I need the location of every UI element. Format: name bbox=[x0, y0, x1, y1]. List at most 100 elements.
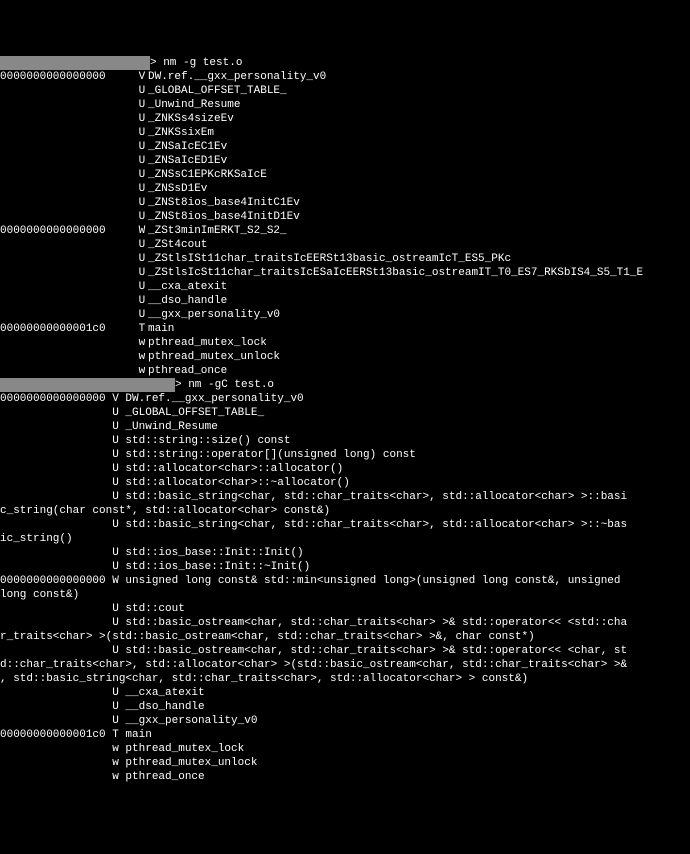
symbol-address bbox=[0, 266, 132, 280]
symbol-name: _ZNSsD1Ev bbox=[148, 182, 207, 196]
symbol-name: __cxa_atexit bbox=[148, 280, 227, 294]
symbol-address bbox=[0, 98, 132, 112]
symbol-name: _ZNSaIcED1Ev bbox=[148, 154, 227, 168]
nm-demangled-row: r_traits<char> >(std::basic_ostream<char… bbox=[0, 630, 690, 644]
symbol-name: pthread_mutex_lock bbox=[148, 336, 267, 350]
symbol-type: V bbox=[132, 70, 148, 84]
nm-demangled-row: U std::ios_base::Init::~Init() bbox=[0, 560, 690, 574]
symbol-address bbox=[0, 364, 132, 378]
nm-output-row: U _Unwind_Resume bbox=[0, 98, 690, 112]
symbol-name: pthread_once bbox=[148, 364, 227, 378]
symbol-address bbox=[0, 308, 132, 322]
nm-demangled-row: U std::allocator<char>::allocator() bbox=[0, 462, 690, 476]
nm-demangled-row: U std::cout bbox=[0, 602, 690, 616]
prompt-redacted bbox=[0, 378, 175, 392]
symbol-name: _ZNSt8ios_base4InitC1Ev bbox=[148, 196, 300, 210]
symbol-address bbox=[0, 336, 132, 350]
symbol-address bbox=[0, 252, 132, 266]
symbol-address: 0000000000000000 bbox=[0, 70, 132, 84]
nm-output-row: U _ZNSsC1EPKcRKSaIcE bbox=[0, 168, 690, 182]
nm-demangled-row: U std::string::size() const bbox=[0, 434, 690, 448]
nm-demangled-row: U std::basic_ostream<char, std::char_tra… bbox=[0, 644, 690, 658]
nm-output-row: w pthread_mutex_unlock bbox=[0, 350, 690, 364]
symbol-address bbox=[0, 84, 132, 98]
nm-demangled-row: U __dso_handle bbox=[0, 700, 690, 714]
symbol-address bbox=[0, 140, 132, 154]
nm-output-row: U __dso_handle bbox=[0, 294, 690, 308]
symbol-address bbox=[0, 182, 132, 196]
nm-demangled-row: U std::ios_base::Init::Init() bbox=[0, 546, 690, 560]
symbol-name: main bbox=[148, 322, 174, 336]
prompt-line-1: > nm -g test.o bbox=[0, 56, 690, 70]
symbol-type: U bbox=[132, 168, 148, 182]
symbol-name: _ZNSt8ios_base4InitD1Ev bbox=[148, 210, 300, 224]
symbol-type: T bbox=[132, 322, 148, 336]
symbol-address bbox=[0, 196, 132, 210]
nm-demangled-row: U _Unwind_Resume bbox=[0, 420, 690, 434]
symbol-name: _ZNKSs4sizeEv bbox=[148, 112, 234, 126]
symbol-name: _ZStlsIcSt11char_traitsIcESaIcEERSt13bas… bbox=[148, 266, 643, 280]
symbol-type: U bbox=[132, 238, 148, 252]
symbol-type: U bbox=[132, 112, 148, 126]
symbol-type: U bbox=[132, 280, 148, 294]
symbol-type: U bbox=[132, 210, 148, 224]
symbol-type: U bbox=[132, 154, 148, 168]
symbol-type: U bbox=[132, 294, 148, 308]
symbol-name: _ZStlsISt11char_traitsIcEERSt13basic_ost… bbox=[148, 252, 511, 266]
nm-demangled-row: , std::basic_string<char, std::char_trai… bbox=[0, 672, 690, 686]
prompt-marker: > bbox=[150, 56, 163, 70]
symbol-type: U bbox=[132, 126, 148, 140]
symbol-address bbox=[0, 126, 132, 140]
command-text[interactable]: nm -g test.o bbox=[163, 56, 242, 70]
nm-demangled-row: w pthread_mutex_lock bbox=[0, 742, 690, 756]
nm-demangled-row: 0000000000000000 V DW.ref.__gxx_personal… bbox=[0, 392, 690, 406]
symbol-name: _ZSt4cout bbox=[148, 238, 207, 252]
nm-demangled-row: d::char_traits<char>, std::allocator<cha… bbox=[0, 658, 690, 672]
nm-output-row: w pthread_mutex_lock bbox=[0, 336, 690, 350]
symbol-name: _ZNSsC1EPKcRKSaIcE bbox=[148, 168, 267, 182]
nm-demangled-row: U std::basic_string<char, std::char_trai… bbox=[0, 518, 690, 532]
symbol-address bbox=[0, 238, 132, 252]
symbol-type: U bbox=[132, 84, 148, 98]
symbol-name: _GLOBAL_OFFSET_TABLE_ bbox=[148, 84, 287, 98]
nm-demangled-row: 0000000000000000 W unsigned long const& … bbox=[0, 574, 690, 588]
nm-output-row: U _ZNSt8ios_base4InitD1Ev bbox=[0, 210, 690, 224]
symbol-type: U bbox=[132, 182, 148, 196]
symbol-address bbox=[0, 210, 132, 224]
nm-demangled-row: ic_string() bbox=[0, 532, 690, 546]
nm-demangled-row: w pthread_mutex_unlock bbox=[0, 756, 690, 770]
nm-demangled-row: c_string(char const*, std::allocator<cha… bbox=[0, 504, 690, 518]
nm-demangled-row: U __cxa_atexit bbox=[0, 686, 690, 700]
nm-output-row: U _ZNSsD1Ev bbox=[0, 182, 690, 196]
symbol-type: U bbox=[132, 266, 148, 280]
nm-demangled-row: U std::basic_ostream<char, std::char_tra… bbox=[0, 616, 690, 630]
symbol-name: _ZSt3minImERKT_S2_S2_ bbox=[148, 224, 287, 238]
nm-output-row: U _ZStlsISt11char_traitsIcEERSt13basic_o… bbox=[0, 252, 690, 266]
nm-output-row: U _ZNKSs4sizeEv bbox=[0, 112, 690, 126]
symbol-name: __dso_handle bbox=[148, 294, 227, 308]
symbol-name: _ZNSaIcEC1Ev bbox=[148, 140, 227, 154]
symbol-type: w bbox=[132, 336, 148, 350]
nm-output-row: U _ZNSaIcED1Ev bbox=[0, 154, 690, 168]
nm-output-row: U _ZSt4cout bbox=[0, 238, 690, 252]
symbol-address bbox=[0, 154, 132, 168]
symbol-type: U bbox=[132, 98, 148, 112]
nm-demangled-row: U std::allocator<char>::~allocator() bbox=[0, 476, 690, 490]
nm-output-row: U __gxx_personality_v0 bbox=[0, 308, 690, 322]
prompt-line-2: > nm -gC test.o bbox=[0, 378, 690, 392]
prompt-marker: > bbox=[175, 378, 188, 392]
nm-output-row: 0000000000000000 W _ZSt3minImERKT_S2_S2_ bbox=[0, 224, 690, 238]
symbol-type: W bbox=[132, 224, 148, 238]
nm-output-row: 0000000000000000 V DW.ref.__gxx_personal… bbox=[0, 70, 690, 84]
symbol-address bbox=[0, 280, 132, 294]
symbol-type: w bbox=[132, 350, 148, 364]
nm-output-row: U _ZStlsIcSt11char_traitsIcESaIcEERSt13b… bbox=[0, 266, 690, 280]
nm-output-row: U _ZNKSsixEm bbox=[0, 126, 690, 140]
nm-demangled-row: U std::string::operator[](unsigned long)… bbox=[0, 448, 690, 462]
nm-output-row: U _ZNSaIcEC1Ev bbox=[0, 140, 690, 154]
symbol-address bbox=[0, 168, 132, 182]
nm-demangled-row: U std::basic_string<char, std::char_trai… bbox=[0, 490, 690, 504]
symbol-address bbox=[0, 350, 132, 364]
command-text[interactable]: nm -gC test.o bbox=[188, 378, 274, 392]
nm-output-row: U _ZNSt8ios_base4InitC1Ev bbox=[0, 196, 690, 210]
